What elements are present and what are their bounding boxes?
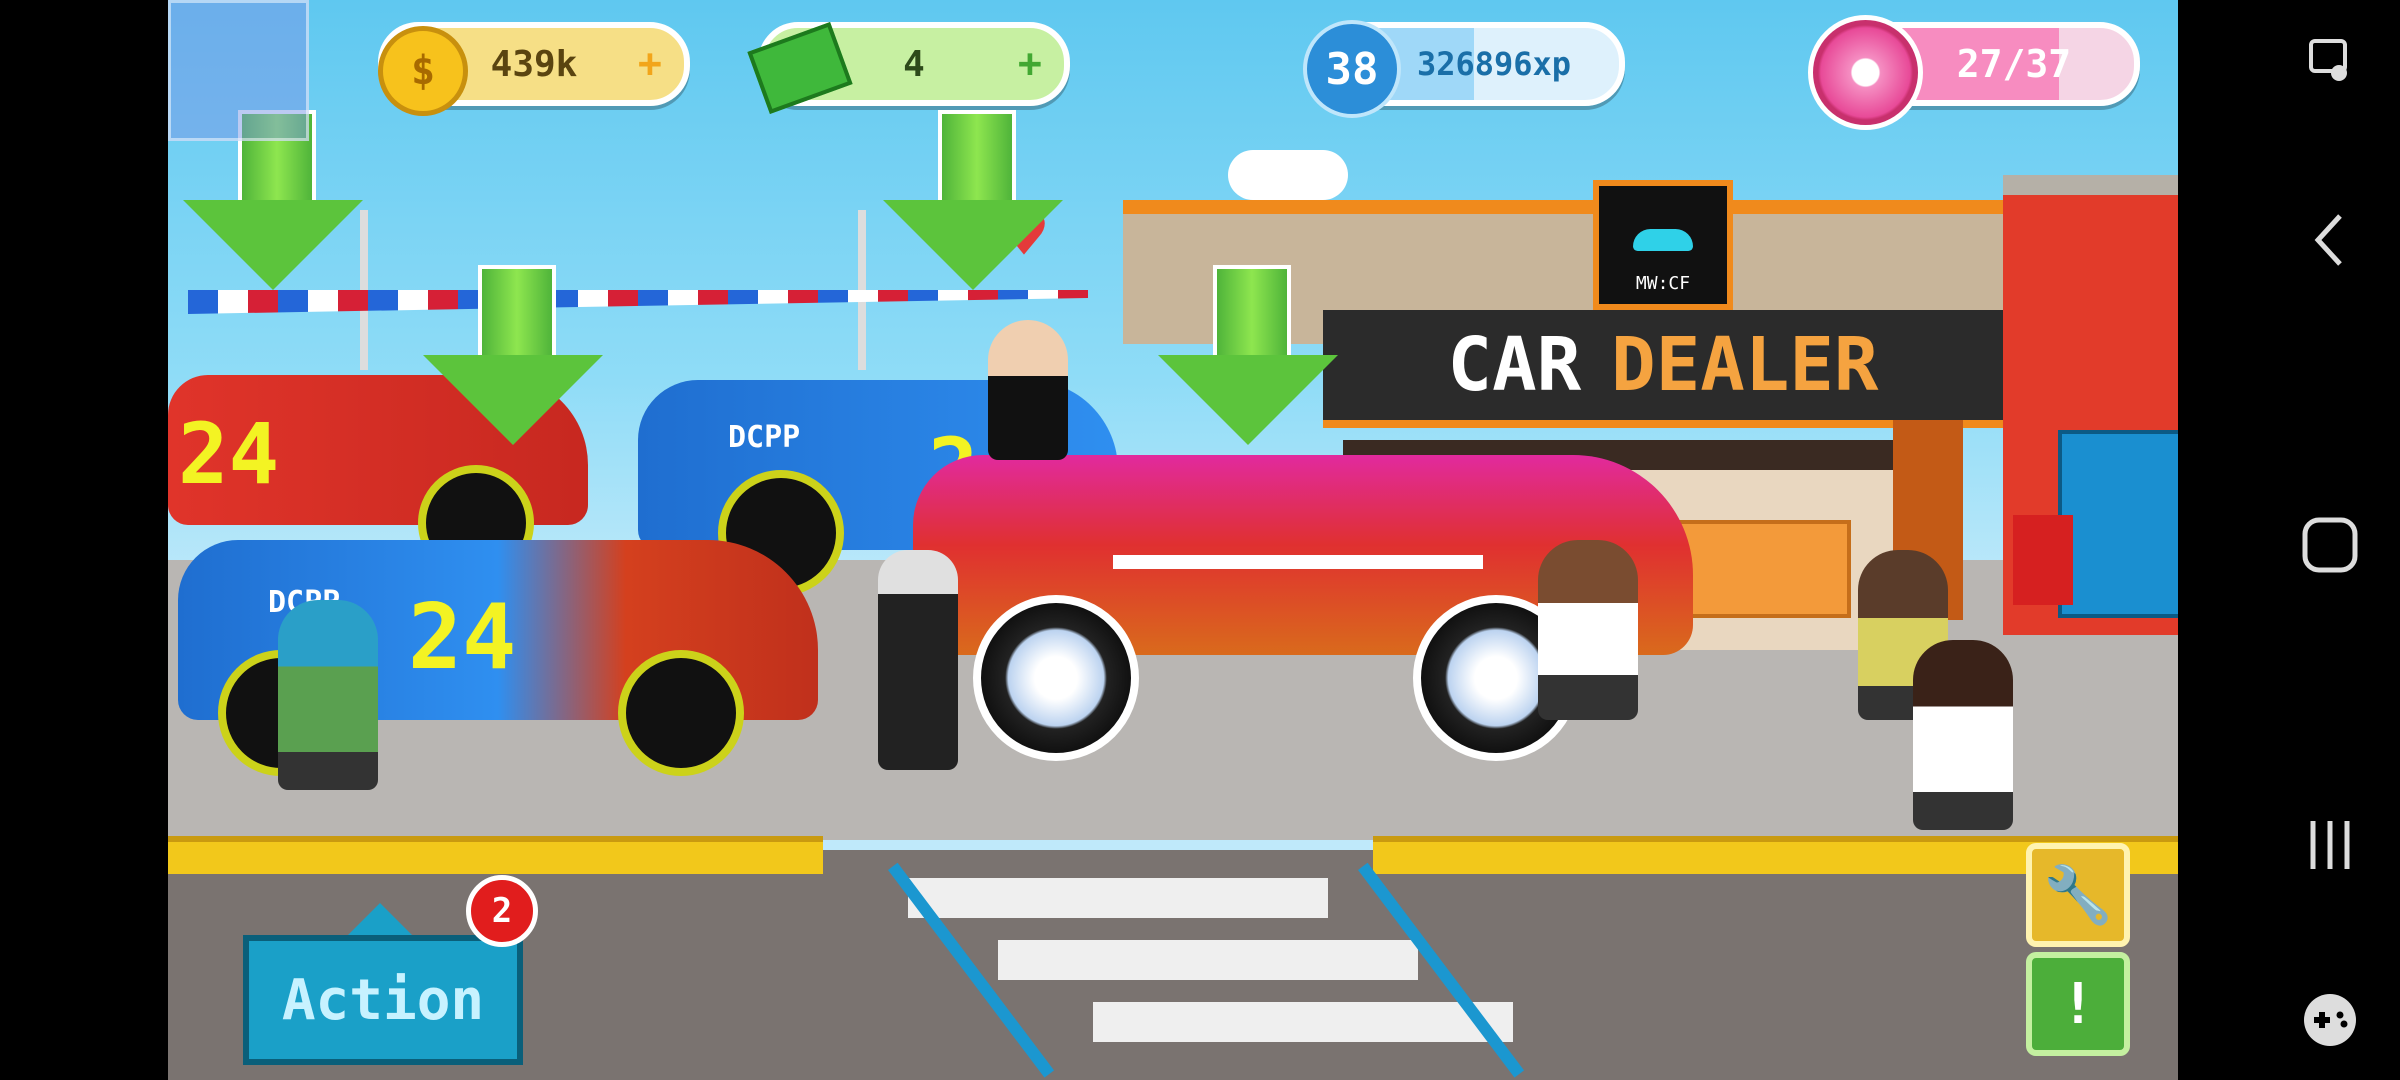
racer-character[interactable] xyxy=(278,600,378,790)
cash-value: 4 xyxy=(903,43,925,85)
recents-icon[interactable] xyxy=(2290,805,2370,885)
mailbox xyxy=(2013,515,2073,605)
crosswalk-stripe xyxy=(908,878,1328,918)
wheel xyxy=(618,650,744,776)
dealer-sign-text-2: DEALER xyxy=(1611,322,1879,408)
customer-character[interactable] xyxy=(1538,540,1638,720)
action-button[interactable]: Action xyxy=(243,935,523,1065)
gamepad-icon[interactable] xyxy=(2290,980,2370,1060)
wrench-button[interactable]: 🔧 xyxy=(2026,843,2130,947)
back-icon[interactable] xyxy=(2290,200,2370,280)
xp-level-icon: 38 xyxy=(1303,20,1401,118)
add-coins-icon[interactable]: + xyxy=(638,41,662,87)
ufo-icon xyxy=(1633,229,1693,251)
car-number: 24 xyxy=(408,585,517,690)
screenshot-icon[interactable] xyxy=(2290,20,2370,100)
bunting-flags xyxy=(188,290,1088,314)
wheel xyxy=(973,595,1139,761)
exclamation-icon: ! xyxy=(2061,971,2095,1037)
xp-value: 326896xp xyxy=(1416,45,1572,83)
donut-icon xyxy=(1808,15,1923,130)
alert-button[interactable]: ! xyxy=(2026,952,2130,1056)
customer-character[interactable] xyxy=(1913,640,2013,830)
coin-icon: $ xyxy=(378,26,468,116)
crosswalk-stripe xyxy=(998,940,1418,980)
crosswalk-stripe xyxy=(1093,1002,1513,1042)
menu-paw-button[interactable] xyxy=(168,0,309,141)
dealer-logo-box: MW:CF xyxy=(1593,180,1733,310)
action-button-arrow xyxy=(348,903,412,935)
game-viewport[interactable]: MW:CF CAR DEALER 24 DCPP 24 DCPP 24 xyxy=(168,0,2178,1080)
truck-stripe xyxy=(1113,555,1483,569)
action-notification-badge: 2 xyxy=(466,875,538,947)
dealer-sign: CAR DEALER xyxy=(1323,310,2003,428)
action-badge-count: 2 xyxy=(491,891,513,931)
coins-value: 439k xyxy=(490,43,578,85)
home-icon[interactable] xyxy=(2290,505,2370,585)
dealer-sign-text-1: CAR xyxy=(1447,322,1582,408)
dealer-logo-text: MW:CF xyxy=(1635,273,1691,294)
cloud xyxy=(1228,150,1348,200)
car-brand: DCPP xyxy=(728,420,801,455)
mechanic-character[interactable] xyxy=(878,550,958,770)
wrench-icon: 🔧 xyxy=(2043,863,2113,928)
bald-man-in-suit[interactable] xyxy=(988,320,1068,460)
race-car-blue-front[interactable]: DCPP 24 xyxy=(178,510,818,776)
add-cash-icon[interactable]: + xyxy=(1018,41,1042,87)
level-value: 38 xyxy=(1325,43,1379,95)
car-number: 24 xyxy=(178,405,280,503)
vending-machine[interactable] xyxy=(2058,430,2178,618)
donut-value: 27/37 xyxy=(1956,42,2072,86)
action-label: Action xyxy=(281,967,485,1033)
curb-left xyxy=(168,836,823,874)
